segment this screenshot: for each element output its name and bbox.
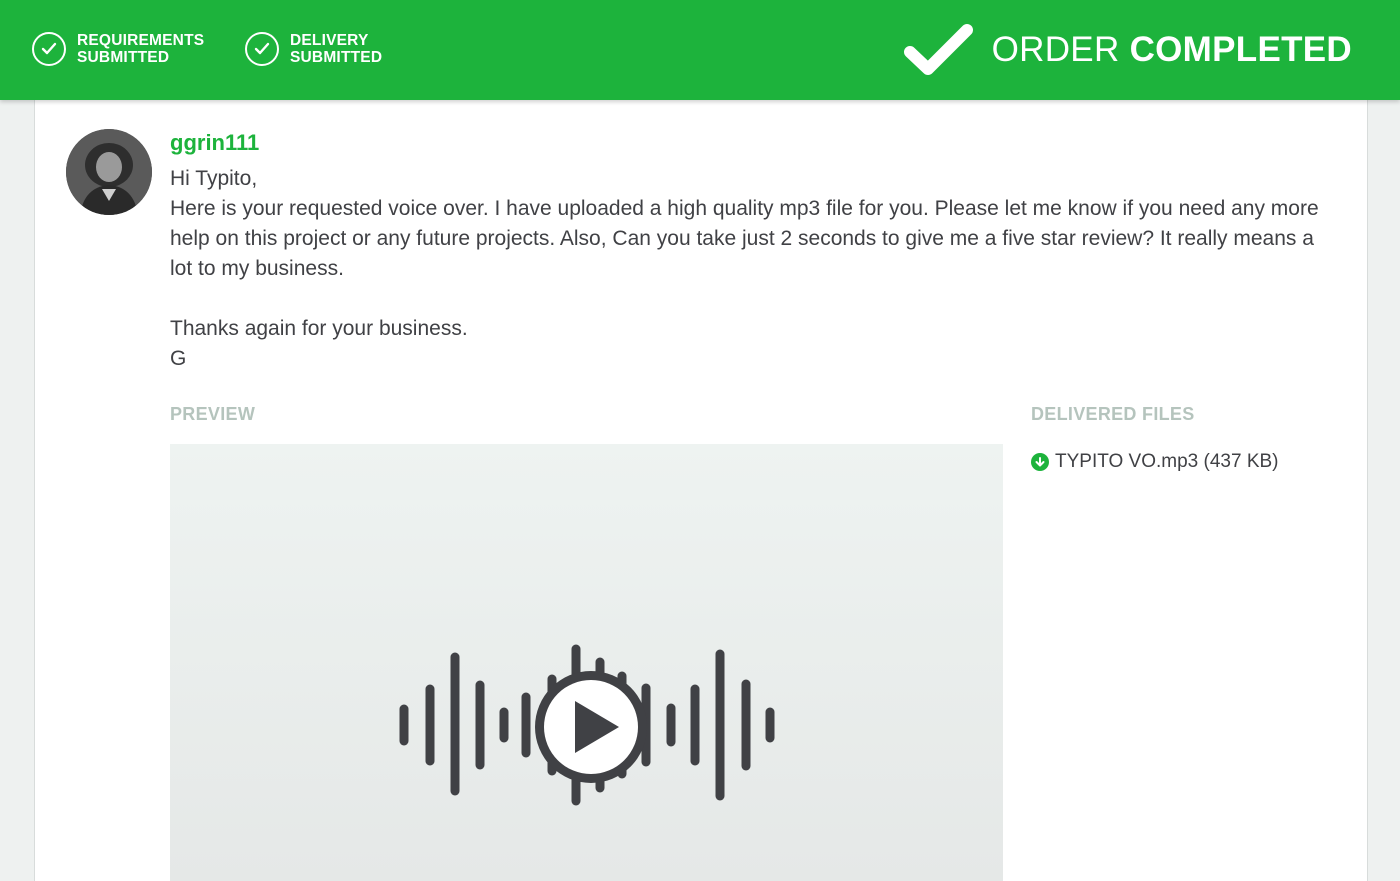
step-delivery: DELIVERY SUBMITTED (245, 32, 382, 66)
step-label: DELIVERY SUBMITTED (290, 32, 383, 66)
check-circle-icon (32, 32, 66, 66)
delivered-files-heading: DELIVERED FILES (1031, 404, 1195, 424)
step-label: REQUIREMENTS SUBMITTED (77, 32, 205, 66)
check-circle-icon (245, 32, 279, 66)
big-check-icon (903, 24, 973, 75)
message-body: Hi Typito, Here is your requested voice … (170, 167, 1319, 370)
waveform-icon (399, 644, 775, 806)
delivered-file-link[interactable]: TYPITO VO.mp3 (437 KB) (1031, 451, 1279, 473)
step-requirements: REQUIREMENTS SUBMITTED (32, 32, 204, 66)
order-status-bar: REQUIREMENTS SUBMITTED DELIVERY SUBMITTED … (0, 0, 1400, 100)
download-icon (1031, 453, 1049, 471)
avatar[interactable] (66, 129, 152, 215)
file-name: TYPITO VO.mp3 (437 KB) (1055, 451, 1279, 472)
order-completed-status: ORDER COMPLETED (903, 22, 1352, 78)
audio-preview-player[interactable] (170, 444, 1003, 881)
sender-username[interactable]: ggrin111 (170, 130, 259, 156)
order-completed-label: ORDER COMPLETED (991, 30, 1352, 69)
preview-heading: PREVIEW (170, 404, 256, 424)
